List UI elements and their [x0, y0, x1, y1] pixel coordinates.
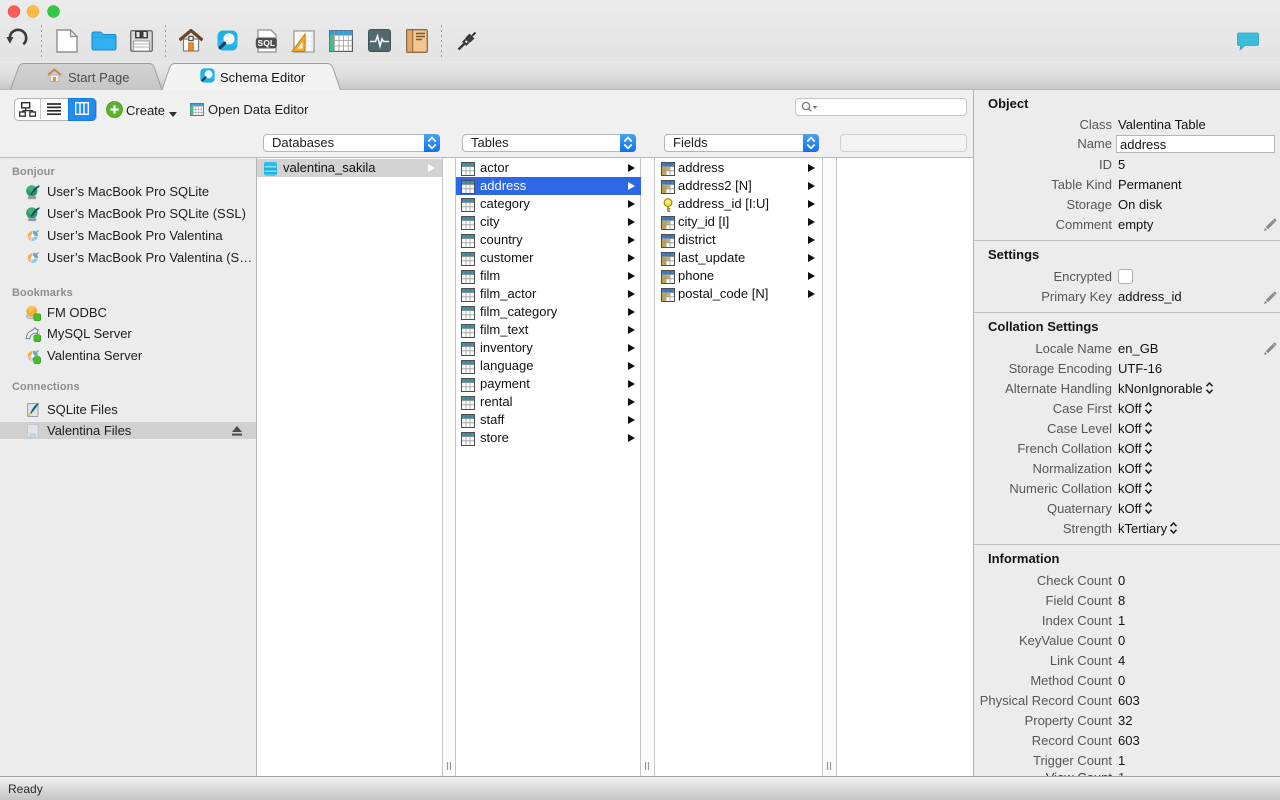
svg-text:SQL: SQL: [258, 38, 275, 48]
